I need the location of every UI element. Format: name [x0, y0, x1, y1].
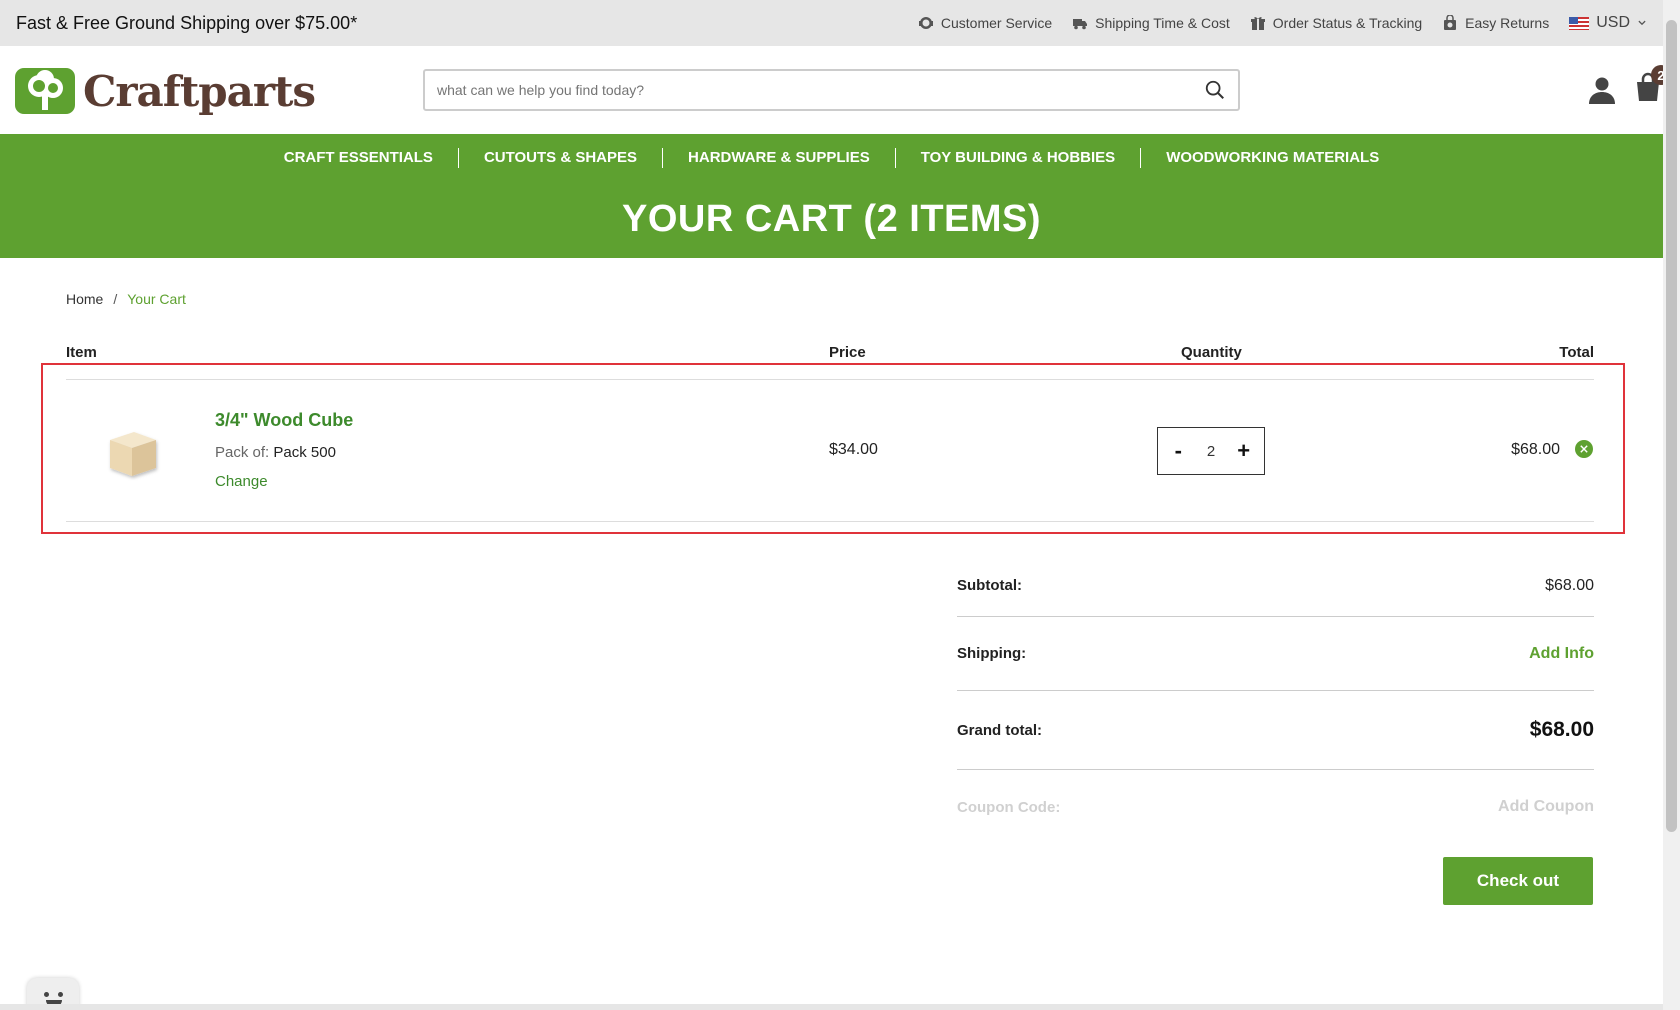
- category-nav: CRAFT ESSENTIALS CUTOUTS & SHAPES HARDWA…: [0, 134, 1663, 168]
- shipping-label: Shipping:: [957, 645, 1027, 662]
- us-flag-icon: [1569, 16, 1590, 30]
- grand-total-label: Grand total:: [957, 721, 1042, 739]
- product-option: Pack of: Pack 500: [215, 444, 336, 461]
- chat-face-eye: [58, 992, 63, 997]
- header-price: Price: [829, 344, 866, 361]
- decrease-quantity-button[interactable]: -: [1166, 440, 1190, 462]
- promo-bar: Fast & Free Ground Shipping over $75.00*…: [0, 0, 1663, 46]
- return-bag-icon: [1444, 15, 1457, 30]
- customer-service-label: Customer Service: [940, 15, 1053, 31]
- tree-logo-icon: [15, 68, 75, 114]
- search-input[interactable]: [437, 82, 1204, 98]
- truck-icon: [1073, 19, 1088, 30]
- page-title: YOUR CART (2 ITEMS): [621, 198, 1042, 240]
- row-divider-bottom: [66, 521, 1594, 522]
- gift-icon: [1250, 17, 1265, 30]
- search-icon[interactable]: [1204, 79, 1226, 101]
- wood-cube-thumbnail[interactable]: [100, 420, 164, 484]
- easy-returns-label: Easy Returns: [1465, 15, 1550, 31]
- footer-edge: [0, 1004, 1663, 1010]
- change-option-link[interactable]: Change: [215, 473, 268, 490]
- cart-button[interactable]: 2: [1633, 65, 1671, 107]
- shipping-promo-text: Fast & Free Ground Shipping over $75.00*: [16, 12, 358, 33]
- currency-selector[interactable]: USD: [1569, 14, 1647, 32]
- craftparts-logo[interactable]: Craftparts: [15, 66, 316, 116]
- quantity-stepper: - 2 +: [1157, 427, 1265, 475]
- account-icon[interactable]: [1587, 75, 1617, 105]
- cart-table-header: Item Price Quantity Total: [66, 344, 1594, 364]
- header-item: Item: [66, 344, 97, 361]
- checkout-button[interactable]: Check out: [1443, 857, 1593, 905]
- product-name-link[interactable]: 3/4" Wood Cube: [215, 410, 353, 431]
- nav-toy-building-hobbies[interactable]: TOY BUILDING & HOBBIES: [896, 148, 1142, 168]
- increase-quantity-button[interactable]: +: [1232, 440, 1256, 462]
- vertical-scrollbar[interactable]: [1663, 0, 1680, 1010]
- add-coupon-link[interactable]: Add Coupon: [1498, 798, 1594, 816]
- nav-woodworking-materials[interactable]: WOODWORKING MATERIALS: [1141, 148, 1404, 168]
- option-label: Pack of:: [215, 444, 270, 461]
- coupon-label: Coupon Code:: [957, 798, 1061, 816]
- close-icon: [1580, 445, 1588, 453]
- order-status-link[interactable]: Order Status & Tracking: [1250, 15, 1422, 31]
- subtotal-row: Subtotal: $68.00: [957, 555, 1594, 617]
- add-shipping-info-link[interactable]: Add Info: [1529, 645, 1594, 663]
- nav-hardware-supplies[interactable]: HARDWARE & SUPPLIES: [663, 148, 896, 168]
- nav-cutouts-shapes[interactable]: CUTOUTS & SHAPES: [459, 148, 664, 168]
- subtotal-value: $68.00: [1545, 576, 1594, 594]
- order-summary: Subtotal: $68.00 Shipping: Add Info Gran…: [957, 555, 1594, 844]
- headset-icon: [918, 17, 933, 29]
- unit-price: $34.00: [829, 441, 878, 458]
- nav-craft-essentials[interactable]: CRAFT ESSENTIALS: [259, 148, 459, 168]
- breadcrumb-separator: /: [113, 291, 118, 307]
- header-total: Total: [1559, 344, 1594, 361]
- option-value: Pack 500: [273, 444, 336, 461]
- subtotal-label: Subtotal:: [957, 577, 1022, 594]
- coupon-row: Coupon Code: Add Coupon: [957, 770, 1594, 844]
- chevron-down-icon: [1638, 20, 1646, 26]
- search-bar: [423, 69, 1240, 111]
- grand-total-row: Grand total: $68.00: [957, 691, 1594, 770]
- breadcrumb-home[interactable]: Home: [66, 291, 103, 307]
- utility-links: Customer Service Shipping Time & Cost Or…: [918, 14, 1647, 32]
- shipping-time-label: Shipping Time & Cost: [1095, 15, 1230, 31]
- quantity-value[interactable]: 2: [1207, 443, 1215, 460]
- customer-service-link[interactable]: Customer Service: [918, 15, 1052, 31]
- easy-returns-link[interactable]: Easy Returns: [1442, 15, 1549, 31]
- chat-face-icon: [44, 992, 49, 997]
- line-total: $68.00: [1511, 441, 1560, 458]
- row-divider-top: [66, 379, 1594, 380]
- category-nav-band: CRAFT ESSENTIALS CUTOUTS & SHAPES HARDWA…: [0, 134, 1663, 258]
- site-header: Craftparts 2: [0, 46, 1671, 134]
- logo-wordmark: Craftparts: [83, 66, 316, 116]
- order-status-label: Order Status & Tracking: [1272, 15, 1423, 31]
- remove-item-button[interactable]: [1575, 440, 1593, 458]
- scrollbar-thumb[interactable]: [1666, 20, 1677, 832]
- breadcrumb-current: Your Cart: [127, 291, 186, 307]
- breadcrumb: Home / Your Cart: [66, 291, 186, 307]
- header-actions: 2: [1587, 65, 1671, 107]
- grand-total-value: $68.00: [1529, 718, 1594, 741]
- header-quantity: Quantity: [1181, 344, 1242, 361]
- shipping-row: Shipping: Add Info: [957, 617, 1594, 691]
- currency-label: USD: [1596, 14, 1630, 31]
- shipping-time-link[interactable]: Shipping Time & Cost: [1072, 15, 1230, 31]
